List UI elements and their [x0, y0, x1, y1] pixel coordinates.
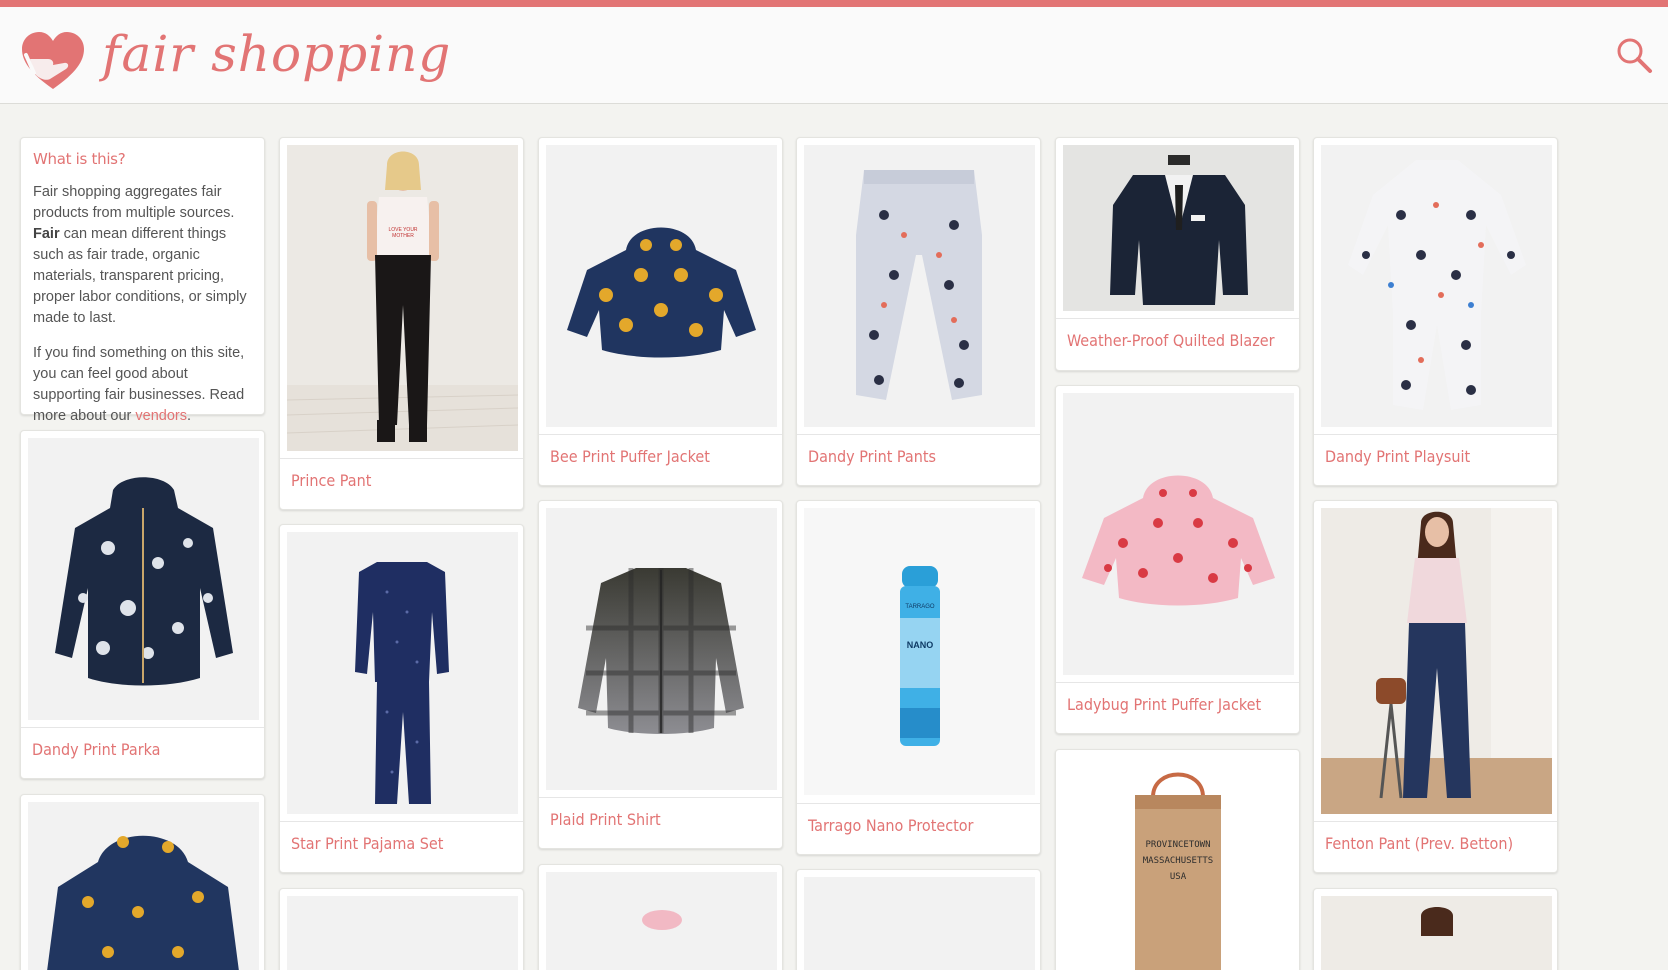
- pink-puffer-image: [546, 872, 777, 970]
- puffer-jacket-image: [28, 802, 259, 970]
- product-card[interactable]: PROVINCETOWN MASSACHUSETTS USA: [1055, 749, 1300, 970]
- svg-text:NANO: NANO: [907, 640, 934, 650]
- tote-line-1: PROVINCETOWN: [1145, 840, 1210, 850]
- svg-text:TARRAGO: TARRAGO: [905, 604, 935, 610]
- product-title[interactable]: Prince Pant: [280, 458, 523, 502]
- product-title[interactable]: Fenton Pant (Prev. Betton): [1314, 821, 1557, 865]
- product-card[interactable]: Bee Print Puffer Jacket: [538, 137, 783, 486]
- heart-hand-logo-icon[interactable]: [20, 29, 86, 95]
- product-title[interactable]: Bee Print Puffer Jacket: [539, 434, 782, 478]
- product-card[interactable]: Dandy Print Playsuit: [1313, 137, 1558, 486]
- site-header: fair shopping: [0, 7, 1668, 104]
- about-card: What is this? Fair shopping aggregates f…: [20, 137, 265, 424]
- about-paragraph-2: If you find something on this site, you …: [33, 345, 245, 424]
- parka-image: [28, 438, 259, 720]
- product-card[interactable]: [538, 864, 783, 970]
- product-image: [1321, 896, 1552, 970]
- puffer-jacket-image: [546, 145, 777, 427]
- print-pants-image: [804, 145, 1035, 427]
- model-jeans-image: [1321, 508, 1552, 814]
- accent-bar: [0, 0, 1668, 7]
- vendors-link[interactable]: vendors: [135, 408, 187, 424]
- product-title[interactable]: Plaid Print Shirt: [539, 797, 782, 841]
- product-image: [287, 896, 518, 970]
- product-card[interactable]: Weather-Proof Quilted Blazer: [1055, 137, 1300, 371]
- about-title: What is this?: [33, 150, 126, 168]
- svg-text:MOTHER: MOTHER: [392, 233, 414, 239]
- site-title[interactable]: fair shopping: [102, 25, 451, 83]
- product-card[interactable]: LOVE YOUR MOTHER Prince Pant: [279, 137, 524, 510]
- pajama-image: [287, 532, 518, 814]
- product-title[interactable]: Tarrago Nano Protector: [797, 803, 1040, 847]
- product-title[interactable]: Ladybug Print Puffer Jacket: [1056, 682, 1299, 726]
- product-title[interactable]: Dandy Print Playsuit: [1314, 434, 1557, 478]
- search-icon[interactable]: [1614, 35, 1654, 75]
- product-title[interactable]: Dandy Print Pants: [797, 434, 1040, 478]
- product-title[interactable]: Dandy Print Parka: [21, 727, 264, 771]
- product-card[interactable]: [279, 888, 524, 970]
- product-card[interactable]: Dandy Print Pants: [796, 137, 1041, 486]
- product-image: [804, 877, 1035, 970]
- product-card[interactable]: Dandy Print Parka: [20, 430, 265, 779]
- product-card[interactable]: [1313, 888, 1558, 970]
- tote-bag-image: PROVINCETOWN MASSACHUSETTS USA: [1063, 757, 1294, 970]
- tote-line-2: MASSACHUSETTS: [1143, 856, 1213, 866]
- product-card[interactable]: [20, 794, 265, 970]
- plaid-shirt-image: [546, 508, 777, 790]
- product-card[interactable]: TARRAGO NANO Tarrago Nano Protector: [796, 500, 1041, 855]
- blazer-image: [1063, 145, 1294, 311]
- product-title[interactable]: Weather-Proof Quilted Blazer: [1056, 318, 1299, 362]
- about-paragraph-1: Fair shopping aggregates fair products f…: [33, 184, 247, 326]
- product-card[interactable]: [796, 869, 1041, 970]
- model-pants-image: LOVE YOUR MOTHER: [287, 145, 518, 451]
- playsuit-image: [1321, 145, 1552, 427]
- tote-line-3: USA: [1170, 872, 1187, 882]
- product-card[interactable]: Fenton Pant (Prev. Betton): [1313, 500, 1558, 873]
- product-card[interactable]: Star Print Pajama Set: [279, 524, 524, 873]
- product-card[interactable]: Ladybug Print Puffer Jacket: [1055, 385, 1300, 734]
- spray-can-image: TARRAGO NANO: [804, 508, 1035, 795]
- product-title[interactable]: Star Print Pajama Set: [280, 821, 523, 865]
- pink-puffer-image: [1063, 393, 1294, 675]
- product-card[interactable]: Plaid Print Shirt: [538, 500, 783, 849]
